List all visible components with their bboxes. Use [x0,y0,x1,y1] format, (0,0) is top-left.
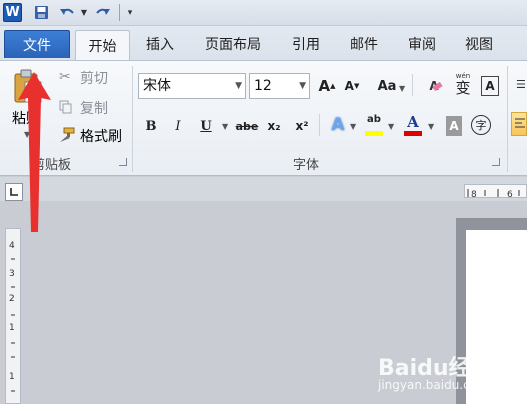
cut-button[interactable]: 剪切 [80,68,108,88]
font-name-value: 宋体 [143,78,171,94]
font-size-value: 12 [254,78,272,94]
align-left-button[interactable] [511,112,527,136]
change-case-dropdown-icon[interactable]: ▼ [399,84,405,93]
qat-separator [119,4,120,21]
character-shading-button[interactable]: A [446,116,462,136]
phonetic-char: 变 [455,79,471,97]
text-effects-button[interactable]: A [328,115,348,135]
underline-dropdown-icon[interactable]: ▼ [222,122,228,131]
tab-references[interactable]: 引用 [284,30,328,58]
svg-text:8: 8 [471,190,477,200]
customize-qat-icon[interactable]: ▾ [124,3,136,22]
scissors-icon: ✂ [59,69,71,85]
clipboard-group-label: 剪贴板 [32,158,72,173]
svg-text:3: 3 [9,269,15,279]
tab-insert[interactable]: 插入 [138,30,182,58]
paste-dropdown-icon[interactable]: ▼ [24,130,30,139]
font-color-dropdown-icon[interactable]: ▼ [428,122,434,131]
change-case-button[interactable]: Aa [376,76,398,96]
format-painter-icon [58,127,76,143]
superscript-button[interactable]: x² [293,116,311,136]
font-color-swatch [404,131,422,136]
tab-view[interactable]: 视图 [457,30,501,58]
tab-mailings[interactable]: 邮件 [342,30,386,58]
clear-format-button[interactable]: A [425,76,443,96]
bullets-icon[interactable]: ☰ [516,78,526,92]
svg-text:2: 2 [9,294,15,304]
paste-button[interactable]: 粘贴 [12,108,40,128]
highlight-dropdown-icon[interactable]: ▼ [388,122,394,131]
font-name-combobox[interactable]: 宋体 ▼ [138,73,246,99]
text-effects-dropdown-icon[interactable]: ▼ [350,122,356,131]
clipboard-launcher-icon[interactable] [119,158,127,166]
font-separator [412,74,413,96]
highlight-color-swatch [365,131,383,136]
chevron-down-icon[interactable]: ▼ [299,74,306,98]
italic-button[interactable]: I [170,116,186,136]
tab-selector[interactable] [5,183,23,201]
phonetic-guide-button[interactable]: wén 变 [452,72,474,98]
enclose-characters-button[interactable]: 字 [471,115,491,135]
highlight-button[interactable]: ab [363,114,385,138]
font-size-combobox[interactable]: 12 ▼ [249,73,310,99]
tab-page-layout[interactable]: 页面布局 [196,30,270,58]
character-border-button[interactable]: A [481,76,499,96]
font-color-label: A [407,113,419,131]
font-color-button[interactable]: A [402,114,424,138]
paste-icon[interactable] [12,68,44,106]
font-separator [319,114,320,136]
format-painter-button[interactable]: 格式刷 [80,126,122,146]
ruler-bar [0,177,527,201]
group-separator [132,66,133,172]
grow-font-label: A [318,77,331,95]
font-launcher-icon[interactable] [492,158,500,166]
copy-icon [59,99,73,114]
highlight-label: ab [367,114,381,125]
svg-text:1: 1 [9,323,15,333]
font-group-label: 字体 [293,158,320,173]
subscript-button[interactable]: x₂ [265,116,283,136]
watermark-url: jingyan.baidu.com [378,378,489,392]
strikethrough-button[interactable]: abe [235,116,259,136]
horizontal-ruler[interactable]: 8 6 [464,184,527,200]
underline-button[interactable]: U [197,116,215,136]
undo-icon[interactable] [58,3,76,22]
svg-text:1: 1 [9,372,15,382]
vertical-ruler[interactable]: 4 3 2 1 1 [5,228,21,404]
chevron-down-icon[interactable]: ▼ [235,74,242,98]
copy-button[interactable]: 复制 [80,98,108,118]
watermark: Baidu经验 jingyan.baidu.com [378,350,518,400]
shrink-font-label: A [344,79,354,93]
tab-review[interactable]: 审阅 [400,30,444,58]
shrink-font-button[interactable]: A ▼ [343,76,361,96]
tab-home[interactable]: 开始 [75,30,130,61]
undo-dropdown-icon[interactable]: ▼ [79,3,89,22]
grow-font-button[interactable]: A ▲ [318,76,336,96]
save-icon[interactable] [32,3,50,22]
group-separator [507,66,508,172]
word-logo-icon[interactable]: W [3,3,22,22]
redo-icon[interactable] [94,3,112,22]
bold-button[interactable]: B [143,116,159,136]
svg-text:4: 4 [9,241,15,251]
svg-text:6: 6 [507,190,513,200]
tab-file[interactable]: 文件 [4,30,70,58]
